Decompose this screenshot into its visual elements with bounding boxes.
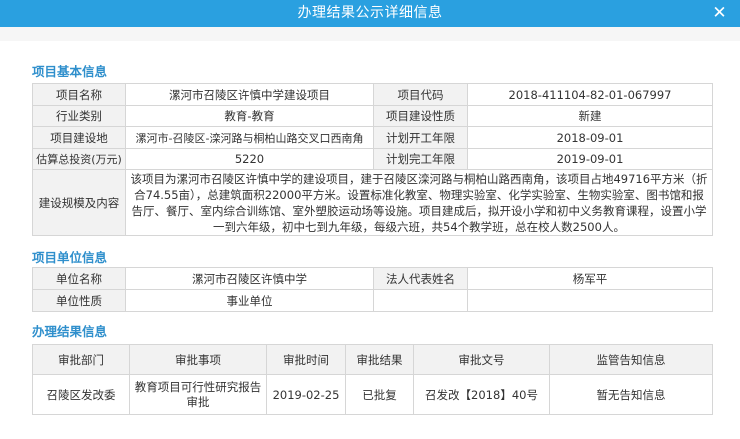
table-header-row: 审批部门 审批事项 审批时间 审批结果 审批文号 监管告知信息 (32, 344, 713, 375)
table-row: 行业类别 教育-教育 项目建设性质 新建 (32, 105, 713, 127)
unit-name-value: 漯河市召陵区许慎中学 (125, 267, 374, 290)
industry-label: 行业类别 (32, 105, 126, 127)
unit-info-table: 单位名称 漯河市召陵区许慎中学 法人代表姓名 杨军平 单位性质 事业单位 (32, 267, 713, 312)
project-name-label: 项目名称 (32, 83, 126, 106)
basic-info-table: 项目名称 漯河市召陵区许慎中学建设项目 项目代码 2018-411104-82-… (32, 83, 713, 236)
approval-item-cell: 教育项目可行性研究报告审批 (129, 374, 267, 415)
column-header: 审批时间 (266, 344, 346, 375)
dialog-content: 项目基本信息 项目名称 漯河市召陵区许慎中学建设项目 项目代码 2018-411… (0, 27, 740, 439)
table-row: 建设规模及内容 该项目为漯河市召陵区许慎中学的建设项目，建于召陵区滦河路与桐柏山… (32, 169, 713, 236)
planned-finish-value: 2019-09-01 (467, 148, 713, 170)
build-scale-value: 该项目为漯河市召陵区许慎中学的建设项目，建于召陵区滦河路与桐柏山路西南角，该项目… (125, 169, 713, 236)
build-nature-value: 新建 (467, 105, 713, 127)
project-code-value: 2018-411104-82-01-067997 (467, 83, 713, 106)
build-scale-label: 建设规模及内容 (32, 169, 126, 236)
approval-doc-number-cell: 召发改【2018】40号 (413, 374, 550, 415)
table-row: 估算总投资(万元) 5220 计划完工年限 2019-09-01 (32, 148, 713, 170)
column-header: 审批事项 (129, 344, 267, 375)
column-header: 监管告知信息 (549, 344, 713, 375)
approval-dept-cell: 召陵区发改委 (32, 374, 130, 415)
table-row: 单位名称 漯河市召陵区许慎中学 法人代表姓名 杨军平 (32, 267, 713, 290)
close-icon[interactable]: ✕ (709, 3, 730, 24)
build-site-label: 项目建设地 (32, 126, 126, 149)
empty-cell (373, 289, 468, 312)
table-row: 项目名称 漯河市召陵区许慎中学建设项目 项目代码 2018-411104-82-… (32, 83, 713, 106)
empty-cell (467, 289, 713, 312)
column-header: 审批结果 (345, 344, 414, 375)
legal-rep-value: 杨军平 (467, 267, 713, 290)
approval-result-table: 审批部门 审批事项 审批时间 审批结果 审批文号 监管告知信息 召陵区发改委 教… (32, 344, 713, 415)
planned-start-label: 计划开工年限 (373, 126, 468, 149)
total-investment-label: 估算总投资(万元) (32, 148, 126, 170)
approval-date-cell: 2019-02-25 (266, 374, 346, 415)
supervision-info-cell: 暂无告知信息 (549, 374, 713, 415)
table-row: 项目建设地 漯河市-召陵区-滦河路与桐柏山路交叉口西南角 计划开工年限 2018… (32, 126, 713, 149)
legal-rep-label: 法人代表姓名 (373, 267, 468, 290)
planned-finish-label: 计划完工年限 (373, 148, 468, 170)
dialog-title: 办理结果公示详细信息 (297, 5, 443, 21)
column-header: 审批文号 (413, 344, 550, 375)
build-site-value: 漯河市-召陵区-滦河路与桐柏山路交叉口西南角 (125, 126, 374, 149)
section-title-result: 办理结果信息 (32, 324, 108, 339)
content-top-strip (0, 27, 740, 41)
total-investment-value: 5220 (125, 148, 374, 170)
project-name-value: 漯河市召陵区许慎中学建设项目 (125, 83, 374, 106)
planned-start-value: 2018-09-01 (467, 126, 713, 149)
column-header: 审批部门 (32, 344, 130, 375)
section-title-unit: 项目单位信息 (32, 250, 108, 265)
build-nature-label: 项目建设性质 (373, 105, 468, 127)
dialog-title-bar: 办理结果公示详细信息 ✕ (0, 0, 740, 27)
project-code-label: 项目代码 (373, 83, 468, 106)
table-row: 召陵区发改委 教育项目可行性研究报告审批 2019-02-25 已批复 召发改【… (32, 374, 713, 415)
table-row: 单位性质 事业单位 (32, 289, 713, 312)
unit-type-label: 单位性质 (32, 289, 126, 312)
approval-result-cell: 已批复 (345, 374, 414, 415)
industry-value: 教育-教育 (125, 105, 374, 127)
section-title-basic: 项目基本信息 (32, 64, 108, 79)
unit-type-value: 事业单位 (125, 289, 374, 312)
unit-name-label: 单位名称 (32, 267, 126, 290)
